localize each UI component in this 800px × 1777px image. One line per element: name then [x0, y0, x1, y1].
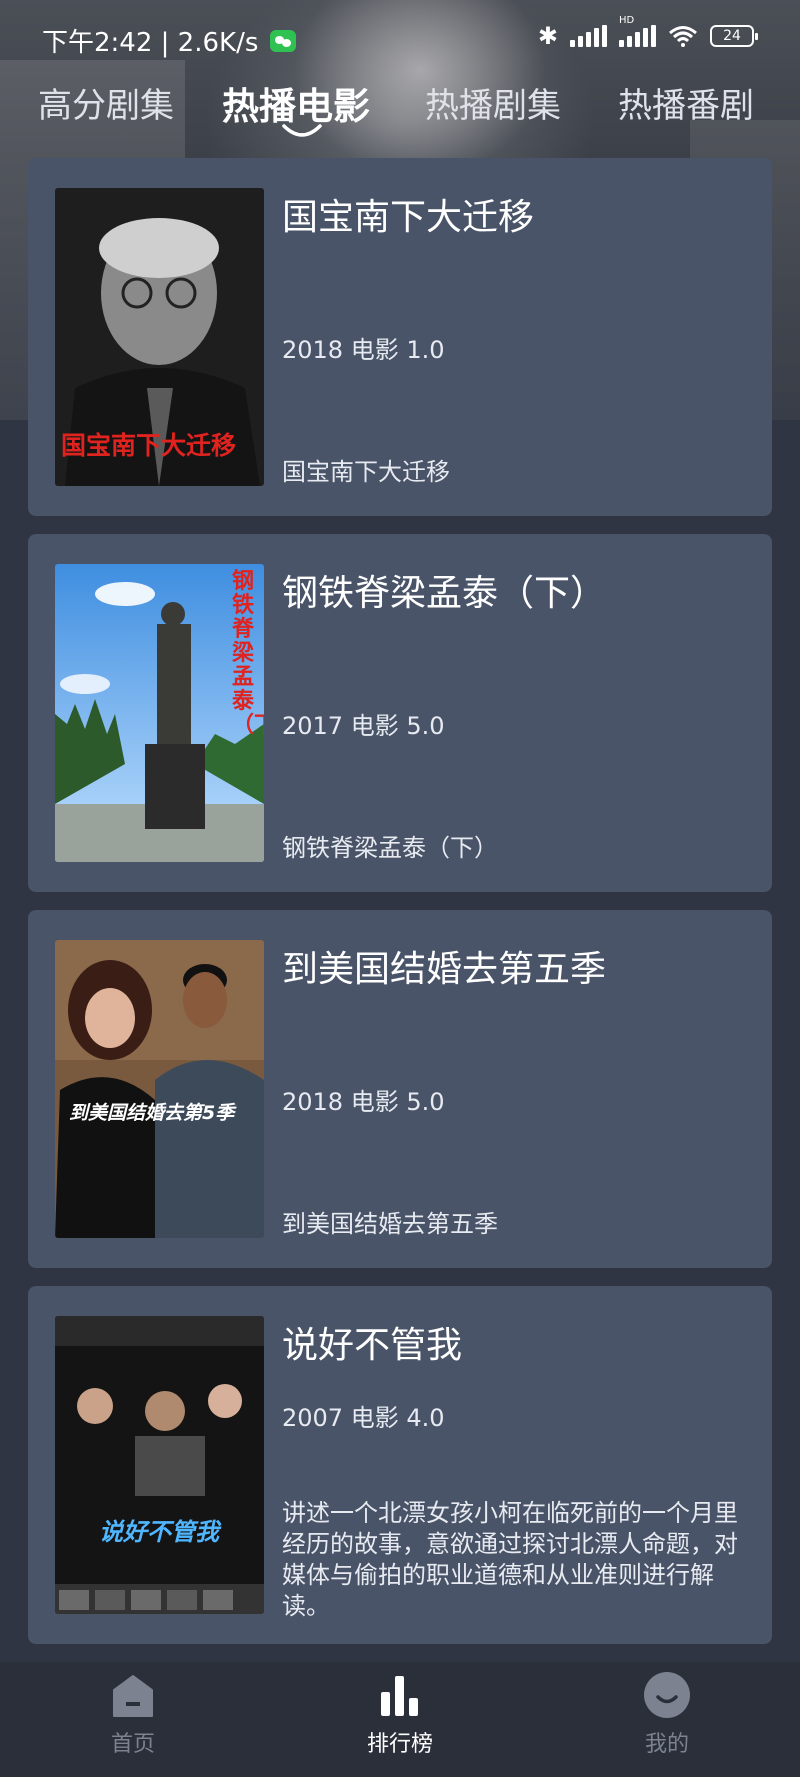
movie-meta: 2007 电影 4.0	[282, 1404, 445, 1432]
poster-couple-photo	[55, 940, 264, 1238]
movie-title: 国宝南下大迁移	[282, 197, 535, 238]
movie-meta: 2018 电影 1.0	[282, 336, 445, 364]
active-tab-indicator	[282, 124, 322, 137]
profile-icon	[644, 1672, 690, 1718]
nav-home-label: 首页	[110, 1732, 155, 1757]
wechat-notification-icon	[270, 29, 297, 52]
nav-home[interactable]: 首页	[53, 1670, 213, 1758]
movie-poster: 钢铁脊梁孟泰（下）	[55, 564, 264, 862]
tab-high-score-series[interactable]: 高分剧集	[38, 78, 174, 127]
poster-cast-collage	[55, 1316, 264, 1614]
battery-level: 24	[723, 28, 741, 44]
nav-ranking-label: 排行榜	[366, 1732, 433, 1757]
movie-description: 到美国结婚去第五季	[282, 1210, 498, 1238]
battery-icon: 24	[710, 25, 758, 47]
movie-meta: 2018 电影 5.0	[282, 1088, 445, 1116]
movie-poster: 到美国结婚去第5季	[55, 940, 264, 1238]
status-time-speed: 下午2:42 | 2.6K/s	[42, 28, 259, 58]
nav-profile-label: 我的	[644, 1732, 689, 1757]
movie-poster: 国宝南下大迁移	[55, 188, 264, 486]
status-bar-right: ✱ HD 24	[537, 15, 758, 50]
bottom-navigation: 首页 排行榜 我的	[0, 1662, 800, 1777]
signal-hd-icon: HD	[619, 15, 656, 47]
movie-description: 钢铁脊梁孟泰（下）	[282, 834, 498, 862]
tab-hot-series[interactable]: 热播剧集	[425, 78, 561, 127]
movie-meta: 2017 电影 5.0	[282, 712, 445, 740]
poster-caption: 国宝南下大迁移	[61, 431, 237, 460]
movie-description: 国宝南下大迁移	[282, 458, 450, 486]
poster-caption: 到美国结婚去第5季	[69, 1102, 235, 1124]
movie-title: 钢铁脊梁孟泰（下）	[282, 573, 607, 614]
poster-caption: 说好不管我	[99, 1518, 219, 1546]
nav-profile[interactable]: 我的	[587, 1670, 747, 1758]
signal-icon	[570, 25, 607, 47]
movie-title: 说好不管我	[282, 1325, 463, 1366]
category-tabs: 高分剧集 热播电影 热播剧集 热播番剧	[0, 76, 800, 146]
tab-hot-anime[interactable]: 热播番剧	[618, 78, 754, 127]
movie-title: 到美国结婚去第五季	[282, 949, 607, 990]
wifi-icon	[668, 25, 698, 47]
status-bar: 下午2:42 | 2.6K/s ✱ HD 24	[0, 0, 800, 76]
network-badge: HD	[619, 15, 635, 26]
home-icon	[113, 1675, 153, 1717]
status-bar-left: 下午2:42 | 2.6K/s	[42, 22, 297, 59]
movie-card[interactable]: 钢铁脊梁孟泰（下） 钢铁脊梁孟泰（下） 2017 电影 5.0 钢铁脊梁孟泰（下…	[28, 534, 772, 892]
bluetooth-icon: ✱	[537, 22, 558, 50]
movie-card[interactable]: 说好不管我 说好不管我 2007 电影 4.0 讲述一个北漂女孩小柯在临死前的一…	[28, 1286, 772, 1644]
movie-poster: 说好不管我	[55, 1316, 264, 1614]
nav-ranking[interactable]: 排行榜	[320, 1670, 480, 1758]
ranking-icon	[381, 1676, 418, 1716]
movie-card[interactable]: 到美国结婚去第5季 到美国结婚去第五季 2018 电影 5.0 到美国结婚去第五…	[28, 910, 772, 1268]
movie-description: 讲述一个北漂女孩小柯在临死前的一个月里经历的故事，意欲通过探讨北漂人命题，对媒体…	[282, 1499, 738, 1620]
movie-card[interactable]: 国宝南下大迁移 国宝南下大迁移 2018 电影 1.0 国宝南下大迁移	[28, 158, 772, 516]
poster-caption: 钢铁脊梁孟泰（下）	[232, 569, 264, 738]
